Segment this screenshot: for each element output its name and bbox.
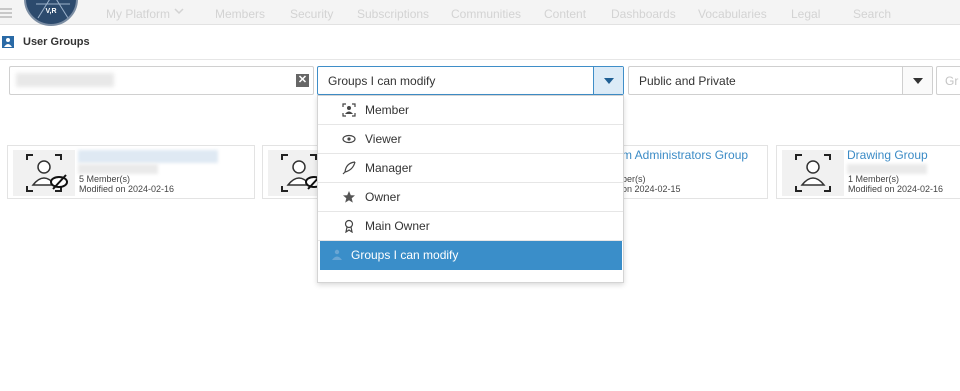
nav-item-communities[interactable]: Communities — [451, 7, 521, 21]
group-name-redacted — [78, 150, 218, 163]
dropdown-option-viewer[interactable]: Viewer — [318, 125, 623, 154]
dropdown-option-member[interactable]: Member — [318, 96, 623, 125]
group-avatar-icon — [782, 150, 844, 196]
dropdown-option-main-owner[interactable]: Main Owner — [318, 212, 623, 241]
nav-item-security[interactable]: Security — [290, 7, 333, 21]
group-filter-select[interactable]: Groups I can modify — [317, 66, 624, 95]
member-count: 1 Member(s) — [848, 174, 900, 184]
group-avatar-icon — [13, 150, 75, 196]
nav-item-dashboards[interactable]: Dashboards — [611, 7, 676, 21]
logo[interactable]: V,R — [24, 0, 78, 26]
visibility-filter-value: Public and Private — [639, 74, 736, 88]
dropdown-option-label: Member — [365, 103, 410, 117]
group-card[interactable]: Drawing Group 1 Member(s) Modified on 20… — [776, 145, 960, 199]
group-description-redacted — [847, 164, 927, 174]
dropdown-arrow-icon[interactable] — [593, 67, 623, 94]
group-filter-value: Groups I can modify — [328, 74, 436, 88]
page-title: User Groups — [23, 36, 90, 48]
third-filter-select[interactable]: Gr — [936, 66, 960, 95]
search-value-redacted — [16, 73, 114, 87]
clear-icon[interactable]: ✕ — [296, 74, 309, 87]
dropdown-option-label: Owner — [365, 190, 401, 204]
star-icon — [343, 191, 355, 203]
group-card[interactable]: 5 Member(s) Modified on 2024-02-16 — [7, 145, 255, 199]
dropdown-option-owner[interactable]: Owner — [318, 183, 623, 212]
dropdown-option-label: Groups I can modify — [351, 248, 459, 262]
member-count: 5 Member(s) — [79, 174, 131, 184]
group-description-redacted — [78, 164, 158, 174]
award-icon — [344, 219, 354, 233]
nav-item-members[interactable]: Members — [215, 7, 265, 21]
member-icon — [342, 103, 356, 117]
nav-item-vocabularies[interactable]: Vocabularies — [698, 7, 767, 21]
nav-item-content[interactable]: Content — [544, 7, 586, 21]
group-card[interactable]: m Administrators Group ber(s) on 2024-02… — [600, 145, 768, 199]
page-header: User Groups — [0, 26, 960, 60]
search-input[interactable]: ✕ — [9, 66, 314, 95]
modified-date: Modified on 2024-02-16 — [848, 184, 944, 194]
group-name-link[interactable]: m Administrators Group — [622, 148, 748, 162]
nav-platform[interactable]: My Platform — [106, 7, 170, 21]
member-count: ber(s) — [622, 174, 646, 184]
group-filter-dropdown: Member Viewer Manager Owner Main Owner G… — [317, 95, 624, 283]
menu-icon[interactable] — [0, 8, 12, 19]
visibility-filter-select[interactable]: Public and Private — [628, 66, 933, 95]
top-nav: V,R My Platform Members Security Subscri… — [0, 0, 960, 26]
dropdown-option-label: Main Owner — [365, 219, 430, 233]
chevron-down-icon[interactable] — [173, 5, 185, 20]
nav-item-search[interactable]: Search — [853, 7, 891, 21]
dropdown-arrow-icon[interactable] — [902, 67, 932, 94]
nav-item-legal[interactable]: Legal — [791, 7, 820, 21]
group-card[interactable] — [262, 145, 330, 199]
dropdown-option-manager[interactable]: Manager — [318, 154, 623, 183]
group-icon — [332, 249, 342, 260]
modified-date: on 2024-02-15 — [622, 184, 681, 194]
feather-icon — [342, 161, 356, 175]
logo-text: V,R — [45, 8, 57, 15]
dropdown-option-label: Manager — [365, 161, 413, 175]
third-filter-placeholder: Gr — [945, 74, 959, 88]
eye-icon — [342, 134, 356, 144]
dropdown-option-groups-i-can-modify[interactable]: Groups I can modify — [320, 241, 622, 270]
dropdown-option-label: Viewer — [365, 132, 402, 146]
user-groups-icon — [2, 36, 14, 48]
nav-item-subscriptions[interactable]: Subscriptions — [357, 7, 429, 21]
modified-date: Modified on 2024-02-16 — [79, 184, 175, 194]
group-name-link[interactable]: Drawing Group — [847, 148, 928, 162]
hidden-eye-icon — [50, 174, 68, 190]
